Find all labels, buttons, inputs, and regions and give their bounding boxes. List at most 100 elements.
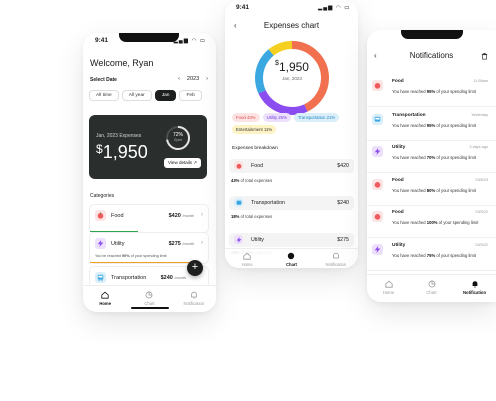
- lightning-icon: [95, 238, 106, 249]
- tab-label: Home: [382, 290, 395, 295]
- phone-notch: [119, 33, 179, 42]
- tab-home[interactable]: Home: [85, 291, 125, 306]
- category-name: Transportation: [111, 275, 147, 281]
- notification-item[interactable]: Food 11:56am You have reached 95% of you…: [367, 76, 496, 107]
- status-icons: ▂▄▆ ◠ ▭: [318, 5, 351, 11]
- notification-title: Utility: [392, 243, 406, 248]
- chart-legend: Food 43% Utility 25% Transportation 21% …: [232, 113, 357, 134]
- tab-home[interactable]: Home: [227, 252, 267, 267]
- tab-home[interactable]: Home: [369, 280, 409, 295]
- chip-all-time[interactable]: All time: [89, 90, 119, 101]
- hero-amount-value: 1,950: [102, 142, 148, 162]
- select-date-label: Select Date: [90, 77, 117, 83]
- tab-label: Home: [241, 262, 253, 267]
- breakdown-row-utility[interactable]: Utility $275: [229, 233, 354, 247]
- page-title: Notifications: [409, 51, 454, 60]
- category-name: Food: [111, 213, 124, 219]
- donut-date: Jan, 2023: [282, 76, 302, 81]
- lightning-icon: [234, 235, 243, 244]
- chip-jan[interactable]: Jan: [154, 90, 177, 101]
- category-amount: $240 /month: [160, 275, 186, 281]
- breakdown-name: Utility: [251, 237, 264, 243]
- notification-item[interactable]: Food 03/6/23 You have reached 80% of you…: [367, 175, 496, 206]
- home-icon: [243, 252, 251, 260]
- bell-icon: [333, 252, 339, 259]
- chip-all-year[interactable]: All year: [121, 90, 152, 101]
- category-food[interactable]: Food $420 /month ›: [89, 204, 209, 233]
- date-chips: All time All year Jan Feb: [89, 90, 202, 101]
- chevron-right-icon: ›: [201, 212, 203, 218]
- notification-item[interactable]: Transportation Yesterday You have reache…: [367, 110, 496, 141]
- view-details-label: View details: [168, 160, 192, 165]
- notification-message: You have reached 95% of your spending li…: [392, 123, 476, 128]
- chart-icon: [428, 280, 435, 288]
- chevron-right-icon[interactable]: ›: [206, 76, 208, 82]
- legend-entertainment: Entertainment 11%: [232, 125, 277, 134]
- tab-bar: Home Chart Notification: [225, 248, 358, 268]
- breakdown-row-food[interactable]: Food $420: [229, 159, 354, 173]
- notification-item[interactable]: Food 03/5/22 You have reached 100% of yo…: [367, 207, 496, 238]
- view-details-button[interactable]: View details ↗: [164, 158, 201, 168]
- chevron-left-icon[interactable]: ‹: [178, 76, 180, 82]
- tab-chart[interactable]: Chart: [412, 280, 452, 295]
- breakdown-note: 18% of total expenses: [231, 214, 273, 219]
- tab-label: Chart: [144, 301, 155, 306]
- breakdown-amount: $420: [337, 163, 349, 169]
- lightning-icon: [372, 146, 383, 157]
- notification-message: You have reached 70% of your spending li…: [392, 155, 476, 160]
- bell-icon: [191, 291, 197, 299]
- notification-title: Utility: [392, 145, 406, 150]
- home-icon: [384, 280, 393, 288]
- notification-title: Food: [392, 79, 404, 84]
- tab-notification[interactable]: Notification: [316, 252, 356, 267]
- notification-title: Food: [392, 178, 404, 183]
- notification-message: You have reached 75% of your spending li…: [392, 253, 476, 258]
- bell-icon: [472, 281, 477, 288]
- tab-chart[interactable]: Chart: [129, 291, 169, 306]
- breakdown-name: Transportation: [251, 200, 285, 206]
- food-icon: [372, 179, 383, 190]
- hero-percent-sub: Spent: [173, 138, 183, 142]
- tab-chart[interactable]: Chart: [271, 252, 311, 267]
- notification-time: 3 days ago: [469, 145, 488, 149]
- tab-label: Notification: [325, 262, 347, 267]
- hero-amount: $1,950: [96, 142, 148, 163]
- tab-label: Chart: [426, 290, 437, 295]
- expense-summary-card: Jan, 2023 Expenses $1,950 72% Spent View…: [89, 115, 207, 179]
- tab-label: Notification: [462, 290, 487, 295]
- notification-message: You have reached 95% of your spending li…: [392, 89, 476, 94]
- notification-time: 03/6/23: [475, 178, 488, 182]
- progress-bar: [90, 261, 196, 263]
- tab-notification[interactable]: Notification: [174, 291, 214, 306]
- bus-icon: [95, 272, 106, 283]
- home-indicator: [130, 307, 169, 309]
- notification-time: Yesterday: [471, 113, 488, 117]
- category-note: You've reached 90% of your spending limi…: [95, 254, 167, 258]
- category-utility[interactable]: Utility $275 /month › You've reached 90%…: [89, 232, 209, 264]
- breakdown-label: Expenses breakdown: [232, 146, 278, 151]
- notification-item[interactable]: Utility 03/5/22 You have reached 75% of …: [367, 240, 496, 271]
- legend-transportation: Transportation 21%: [293, 113, 340, 122]
- page-title: Expenses chart: [263, 21, 320, 30]
- tab-label: Notification: [183, 301, 205, 306]
- arrow-icon: ↗: [193, 160, 197, 165]
- notification-time: 03/5/22: [475, 210, 488, 214]
- breakdown-row-transportation[interactable]: Transportation $240: [229, 196, 354, 210]
- welcome-title: Welcome, Ryan: [90, 58, 154, 68]
- chip-feb[interactable]: Feb: [179, 90, 202, 101]
- tab-notification[interactable]: Notification: [455, 280, 495, 295]
- notification-item[interactable]: Utility 3 days ago You have reached 70% …: [367, 142, 496, 173]
- tab-label: Chart: [286, 262, 297, 267]
- food-icon: [372, 211, 383, 222]
- notifications-screen: ‹ Notifications Food 11:56am You have re…: [367, 30, 496, 302]
- notification-time: 03/5/22: [475, 243, 488, 247]
- lightning-icon: [372, 244, 383, 255]
- chevron-right-icon: ›: [201, 240, 203, 246]
- notification-title: Food: [392, 210, 404, 215]
- trash-icon[interactable]: [481, 52, 488, 60]
- status-icons: ▂▄▆ ◠ ▭: [173, 38, 206, 44]
- tab-bar: Home Chart Notification: [367, 274, 496, 302]
- add-button[interactable]: +: [187, 260, 203, 276]
- breakdown-amount: $240: [337, 200, 349, 206]
- food-icon: [372, 80, 383, 91]
